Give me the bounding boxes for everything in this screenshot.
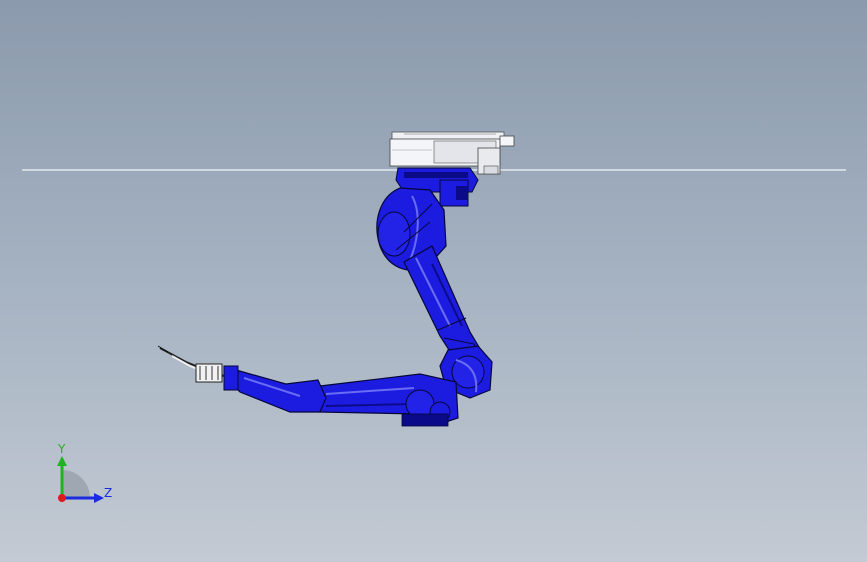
y-axis-label: Y (58, 442, 66, 456)
robot-forearm[interactable] (319, 373, 459, 427)
robot-model-scene[interactable] (0, 0, 867, 562)
welding-torch[interactable] (157, 345, 225, 383)
robot-wrist-link[interactable] (223, 365, 327, 413)
triad-graphic (57, 456, 104, 503)
orientation-triad[interactable]: Y Z (40, 440, 130, 510)
3d-viewport[interactable]: Y Z (0, 0, 867, 562)
z-axis-label: Z (104, 486, 113, 500)
